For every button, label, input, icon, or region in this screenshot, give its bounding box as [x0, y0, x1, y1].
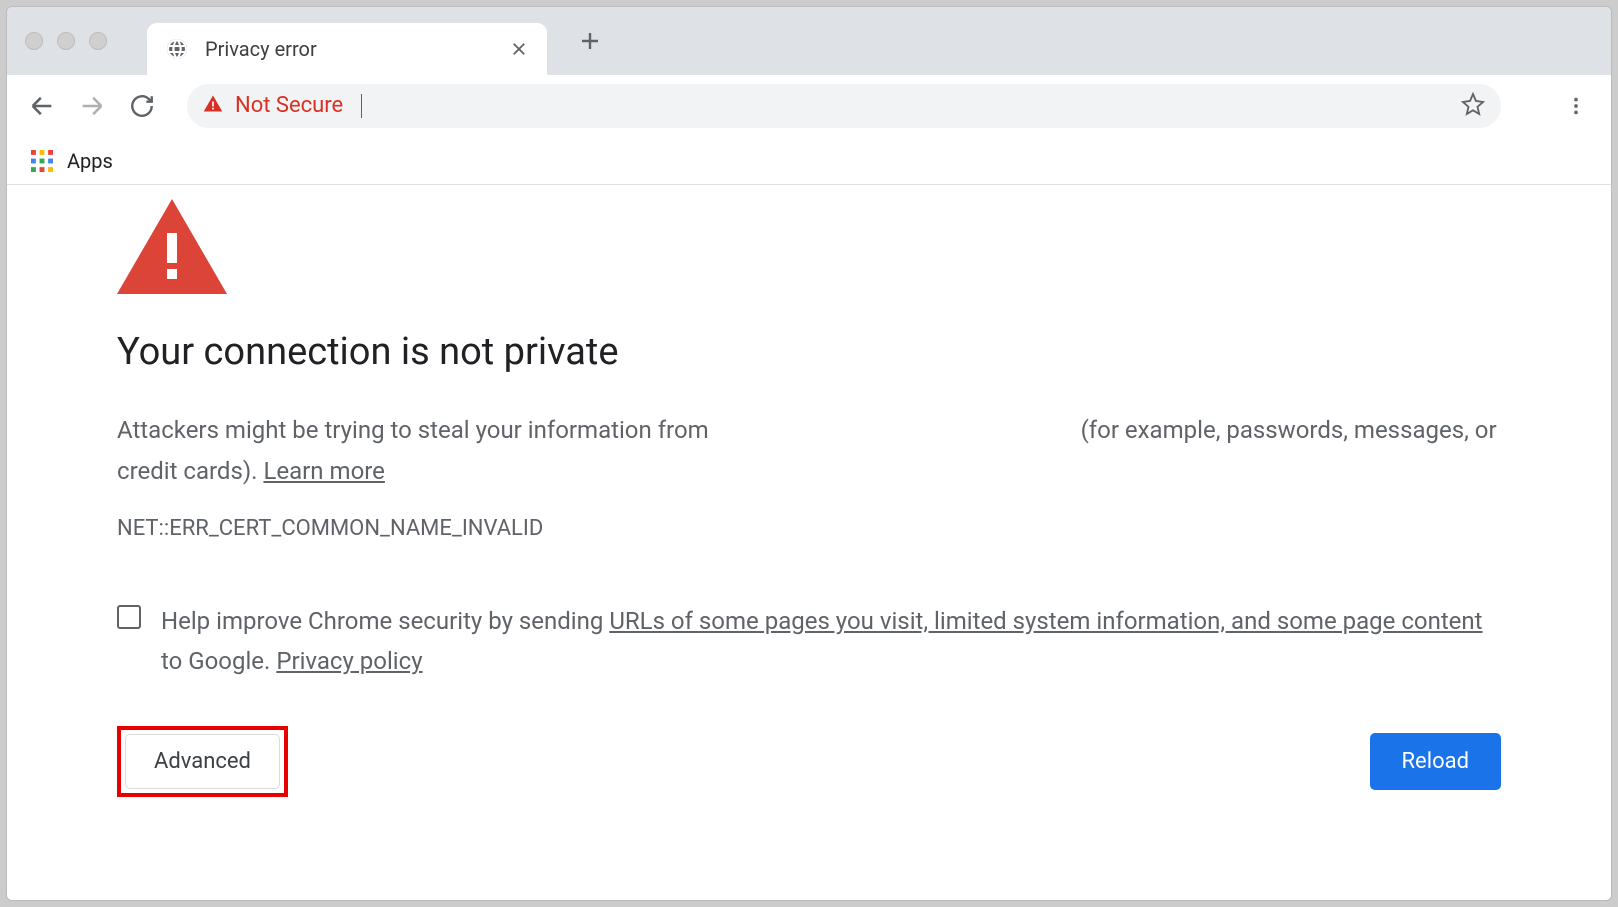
- warning-triangle-icon: [203, 94, 223, 118]
- tab-strip: Privacy error: [7, 7, 1611, 75]
- url-cursor: [361, 94, 362, 118]
- new-tab-button[interactable]: [571, 22, 609, 60]
- reload-button[interactable]: [127, 91, 157, 121]
- apps-grid-icon[interactable]: [31, 150, 53, 172]
- window-minimize[interactable]: [57, 32, 75, 50]
- advanced-button[interactable]: Advanced: [125, 734, 280, 789]
- page-title: Your connection is not private: [117, 330, 1501, 374]
- menu-button[interactable]: [1561, 91, 1591, 121]
- apps-bookmark-label[interactable]: Apps: [67, 149, 113, 173]
- privacy-policy-link[interactable]: Privacy policy: [276, 647, 422, 675]
- warning-triangle-icon: [117, 199, 227, 294]
- security-status-label: Not Secure: [235, 93, 343, 118]
- optin-prefix: Help improve Chrome security by sending: [161, 607, 609, 635]
- opt-in-checkbox[interactable]: [117, 605, 141, 629]
- page-content: Your connection is not private Attackers…: [7, 185, 1611, 900]
- address-bar[interactable]: Not Secure: [187, 84, 1501, 128]
- bookmark-star-icon[interactable]: [1461, 92, 1485, 120]
- window-controls: [25, 32, 107, 50]
- forward-button[interactable]: [77, 91, 107, 121]
- window-maximize[interactable]: [89, 32, 107, 50]
- opt-in-text: Help improve Chrome security by sending …: [161, 601, 1501, 683]
- tab-title: Privacy error: [205, 37, 493, 61]
- close-icon[interactable]: [509, 39, 529, 59]
- error-code: NET::ERR_CERT_COMMON_NAME_INVALID: [117, 516, 1501, 541]
- back-button[interactable]: [27, 91, 57, 121]
- browser-window: Privacy error Not Secure: [6, 6, 1612, 901]
- bookmarks-bar: Apps: [7, 137, 1611, 185]
- warning-body: Attackers might be trying to steal your …: [117, 410, 1501, 492]
- optin-mid: to Google.: [161, 647, 276, 675]
- advanced-highlight: Advanced: [117, 726, 288, 797]
- body-prefix: Attackers might be trying to steal your …: [117, 416, 715, 444]
- learn-more-link[interactable]: Learn more: [263, 457, 384, 485]
- reload-page-button[interactable]: Reload: [1370, 733, 1502, 790]
- window-close[interactable]: [25, 32, 43, 50]
- browser-tab[interactable]: Privacy error: [147, 23, 547, 75]
- optin-urls-link[interactable]: URLs of some pages you visit, limited sy…: [609, 607, 1482, 635]
- toolbar: Not Secure: [7, 75, 1611, 137]
- button-row: Advanced Reload: [117, 726, 1501, 797]
- opt-in-row: Help improve Chrome security by sending …: [117, 601, 1501, 683]
- globe-icon: [165, 37, 189, 61]
